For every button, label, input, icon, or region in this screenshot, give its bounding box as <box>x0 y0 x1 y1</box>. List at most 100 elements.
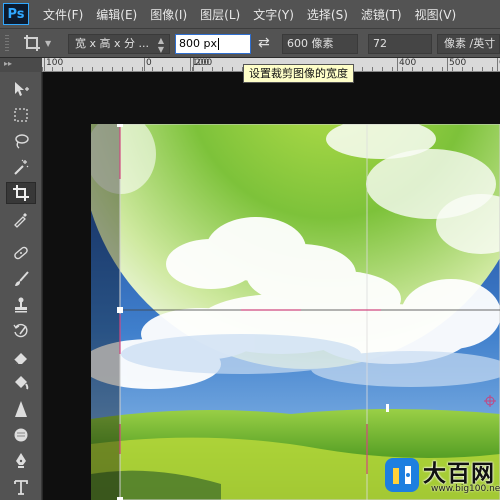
menu-select[interactable]: 选择(S) <box>307 6 348 23</box>
app-logo[interactable]: Ps <box>3 3 29 25</box>
ruler-minor-tick <box>412 67 413 71</box>
crop-icon[interactable] <box>22 33 42 53</box>
marquee-tool[interactable] <box>6 104 36 126</box>
ruler-major-tick <box>447 58 448 71</box>
crop-icon <box>13 185 29 201</box>
document-image[interactable] <box>91 124 500 500</box>
ruler-minor-tick <box>202 67 203 71</box>
lasso-icon <box>15 134 29 149</box>
healing-brush-icon <box>14 246 28 260</box>
dodge-icon <box>14 428 28 442</box>
watermark-url: www.big100.net <box>431 484 500 494</box>
brush-tool[interactable] <box>6 268 36 290</box>
options-bar: ▼ 宽 x 高 x 分 ... ▲ ▼ 800 px ⇄ 600 像素 72 像素… <box>0 28 500 58</box>
tools-panel <box>0 72 42 500</box>
crop-ratio-select[interactable]: 宽 x 高 x 分 ... ▲ ▼ <box>68 34 170 54</box>
pen-tool[interactable] <box>6 450 36 472</box>
ruler-minor-tick <box>392 67 393 71</box>
ruler-major-tick <box>193 58 194 71</box>
ruler-minor-tick <box>472 67 473 71</box>
type-tool[interactable] <box>6 476 36 498</box>
ruler-major-tick <box>397 58 398 71</box>
sharpen-icon <box>15 401 27 417</box>
ruler-minor-tick <box>402 67 403 71</box>
ruler-minor-tick <box>42 67 43 71</box>
options-bar-grip[interactable] <box>5 35 9 51</box>
ruler-minor-tick <box>452 67 453 71</box>
select-arrows-icon: ▲ ▼ <box>157 36 164 54</box>
menu-layer[interactable]: 图层(L) <box>200 6 240 23</box>
crop-ratio-value: 宽 x 高 x 分 ... <box>75 37 149 50</box>
ruler-major-tick <box>144 58 145 71</box>
resolution-value: 72 <box>373 37 387 50</box>
resolution-unit-value: 像素 /英寸 <box>444 37 496 50</box>
ruler-minor-tick <box>422 67 423 71</box>
paint-bucket-icon <box>15 376 29 390</box>
brush-icon <box>15 271 29 286</box>
eraser-icon <box>13 353 27 365</box>
crop-tool[interactable] <box>6 182 36 204</box>
resolution-input[interactable]: 72 <box>368 34 432 54</box>
watermark-logo-icon <box>385 458 419 492</box>
ruler-minor-tick <box>162 67 163 71</box>
ruler-major-tick <box>497 58 498 71</box>
ruler-minor-tick <box>232 67 233 71</box>
menu-edit[interactable]: 编辑(E) <box>96 6 137 23</box>
ruler-minor-tick <box>432 67 433 71</box>
tool-preset-caret-icon[interactable]: ▼ <box>45 39 51 48</box>
ruler-minor-tick <box>92 67 93 71</box>
ruler-minor-tick <box>372 67 373 71</box>
ruler-minor-tick <box>212 67 213 71</box>
pen-icon <box>16 453 26 468</box>
eyedropper-tool[interactable] <box>6 208 36 230</box>
ruler-minor-tick <box>132 67 133 71</box>
ruler-major-tick <box>44 58 45 71</box>
ruler-label: 100 <box>46 58 64 68</box>
healing-brush-tool[interactable] <box>6 242 36 264</box>
ruler-minor-tick <box>182 67 183 71</box>
watermark-name: 大百网 <box>423 461 495 487</box>
menu-file[interactable]: 文件(F) <box>43 6 83 23</box>
history-brush-icon <box>13 323 28 338</box>
crop-width-value: 800 px <box>179 37 217 50</box>
ruler-minor-tick <box>52 67 53 71</box>
menu-view[interactable]: 视图(V) <box>415 6 457 23</box>
move-icon <box>15 82 29 96</box>
history-brush-tool[interactable] <box>6 320 36 342</box>
menu-image[interactable]: 图像(I) <box>150 6 187 23</box>
width-tooltip: 设置裁剪图像的宽度 <box>243 64 354 83</box>
eraser-tool[interactable] <box>6 346 36 368</box>
document-canvas[interactable] <box>43 72 500 500</box>
ruler-minor-tick <box>152 67 153 71</box>
dodge-tool[interactable] <box>6 424 36 446</box>
resolution-unit-select[interactable]: 像素 /英寸 <box>437 34 500 54</box>
clone-stamp-tool[interactable] <box>6 294 36 316</box>
move-tool[interactable] <box>6 78 36 100</box>
ruler-corner[interactable]: ▸▸ <box>0 58 42 72</box>
menu-type[interactable]: 文字(Y) <box>253 6 294 23</box>
ruler-minor-tick <box>62 67 63 71</box>
type-icon <box>14 480 28 495</box>
crop-width-input[interactable]: 800 px <box>175 34 251 54</box>
swap-arrows-icon[interactable]: ⇄ <box>258 35 270 51</box>
ruler-major-tick <box>190 58 191 71</box>
panel-collapse-icon: ▸▸ <box>4 59 13 68</box>
crop-height-value: 600 像素 <box>287 37 334 50</box>
ruler-label: 200 <box>195 58 213 68</box>
ruler-minor-tick <box>362 67 363 71</box>
magic-wand-tool[interactable] <box>6 156 36 178</box>
ruler-minor-tick <box>442 67 443 71</box>
ruler-minor-tick <box>222 67 223 71</box>
ruler-minor-tick <box>382 67 383 71</box>
ruler-label: 0 <box>146 58 152 68</box>
menu-bar: Ps 文件(F) 编辑(E) 图像(I) 图层(L) 文字(Y) 选择(S) 滤… <box>0 0 500 28</box>
crop-height-input[interactable]: 600 像素 <box>282 34 358 54</box>
menu-filter[interactable]: 滤镜(T) <box>361 6 402 23</box>
lasso-tool[interactable] <box>6 130 36 152</box>
ruler-minor-tick <box>102 67 103 71</box>
sharpen-tool[interactable] <box>6 398 36 420</box>
watermark: 大百网 www.big100.net <box>385 454 500 500</box>
clone-stamp-icon <box>15 297 27 313</box>
ruler-minor-tick <box>192 67 193 71</box>
paint-bucket-tool[interactable] <box>6 372 36 394</box>
